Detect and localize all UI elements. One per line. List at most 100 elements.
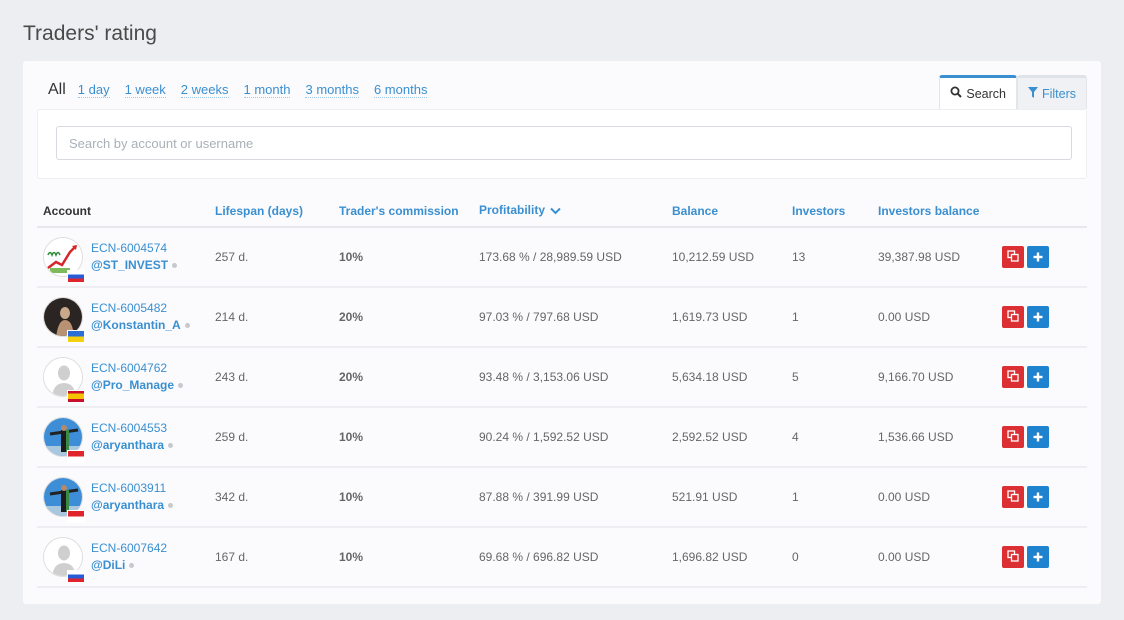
search-icon <box>950 86 963 101</box>
username-link[interactable]: @aryanthara <box>91 498 164 512</box>
account-cell: ECN-6003911 @aryanthara <box>37 467 209 528</box>
search-input[interactable] <box>56 126 1072 160</box>
invest-button[interactable] <box>1027 486 1049 508</box>
status-dot-icon <box>168 503 174 509</box>
country-flag-icon <box>67 450 85 463</box>
search-box <box>37 109 1087 179</box>
plus-icon <box>1033 429 1043 446</box>
status-dot-icon <box>178 383 184 389</box>
tab-filters[interactable]: Filters <box>1016 75 1087 109</box>
username-link[interactable]: @Konstantin_A <box>91 318 181 332</box>
invest-button[interactable] <box>1027 306 1049 328</box>
country-flag-icon <box>67 570 85 583</box>
table-row: ECN-6007642 @DiLi 167 d. 10% 69.68 % / 6… <box>37 527 1087 588</box>
account-number-link[interactable]: ECN-6005482 <box>91 300 190 317</box>
copy-trades-button[interactable] <box>1002 486 1024 508</box>
profitability-cell: 69.68 % / 696.82 USD <box>473 527 666 588</box>
username-link[interactable]: @Pro_Manage <box>91 378 174 392</box>
status-dot-icon <box>184 323 190 329</box>
country-flag-icon <box>67 270 85 283</box>
column-account[interactable]: Account <box>37 195 209 228</box>
period-2-weeks[interactable]: 2 weeks <box>180 82 229 98</box>
copy-icon <box>1007 489 1019 505</box>
column-commission[interactable]: Trader's commission <box>333 195 473 228</box>
copy-icon <box>1007 309 1019 325</box>
copy-trades-button[interactable] <box>1002 546 1024 568</box>
copy-icon <box>1007 249 1019 265</box>
invest-button[interactable] <box>1027 426 1049 448</box>
investors-cell: 0 <box>786 527 872 588</box>
account-number-link[interactable]: ECN-6004762 <box>91 360 183 377</box>
period-3-months[interactable]: 3 months <box>305 82 359 98</box>
actions-cell <box>996 227 1087 288</box>
account-cell: ECN-6004553 @aryanthara <box>37 407 209 468</box>
period-all[interactable]: All <box>48 81 66 99</box>
period-6-months[interactable]: 6 months <box>373 82 428 98</box>
column-investors[interactable]: Investors <box>786 195 872 228</box>
copy-icon <box>1007 369 1019 385</box>
status-dot-icon <box>129 563 135 569</box>
balance-cell: 521.91 USD <box>666 467 786 528</box>
copy-trades-button[interactable] <box>1002 306 1024 328</box>
filter-icon <box>1027 86 1038 101</box>
tab-search-label: Search <box>966 86 1006 101</box>
investors-cell: 1 <box>786 287 872 348</box>
table-row: ECN-6004553 @aryanthara 259 d. 10% 90.24… <box>37 407 1087 468</box>
commission-cell: 10% <box>333 407 473 468</box>
username-link[interactable]: @DiLi <box>91 558 125 572</box>
investors-balance-cell: 0.00 USD <box>872 527 996 588</box>
actions-cell <box>996 287 1087 348</box>
investors-cell: 1 <box>786 467 872 528</box>
country-flag-icon <box>67 330 85 343</box>
status-dot-icon <box>172 263 178 269</box>
copy-trades-button[interactable] <box>1002 366 1024 388</box>
status-dot-icon <box>168 443 174 449</box>
account-number-link[interactable]: ECN-6007642 <box>91 540 167 557</box>
copy-icon <box>1007 429 1019 445</box>
account-cell: ECN-6005482 @Konstantin_A <box>37 287 209 348</box>
commission-cell: 20% <box>333 287 473 348</box>
investors-cell: 13 <box>786 227 872 288</box>
account-number-link[interactable]: ECN-6004574 <box>91 240 177 257</box>
lifespan-cell: 257 d. <box>209 227 333 288</box>
profitability-cell: 93.48 % / 3,153.06 USD <box>473 347 666 408</box>
tab-search[interactable]: Search <box>939 75 1017 109</box>
column-profitability[interactable]: Profitability <box>473 195 666 228</box>
account-number-link[interactable]: ECN-6004553 <box>91 420 173 437</box>
actions-cell <box>996 467 1087 528</box>
column-balance[interactable]: Balance <box>666 195 786 228</box>
balance-cell: 10,212.59 USD <box>666 227 786 288</box>
account-number-link[interactable]: ECN-6003911 <box>91 480 173 497</box>
period-1-month[interactable]: 1 month <box>243 82 291 98</box>
column-lifespan[interactable]: Lifespan (days) <box>209 195 333 228</box>
profitability-cell: 87.88 % / 391.99 USD <box>473 467 666 528</box>
plus-icon <box>1033 309 1043 326</box>
actions-cell <box>996 347 1087 408</box>
table-header-row: Account Lifespan (days) Trader's commiss… <box>37 195 1087 228</box>
username-link[interactable]: @aryanthara <box>91 438 164 452</box>
actions-cell <box>996 527 1087 588</box>
plus-icon <box>1033 369 1043 386</box>
investors-balance-cell: 0.00 USD <box>872 287 996 348</box>
plus-icon <box>1033 549 1043 566</box>
period-1-day[interactable]: 1 day <box>77 82 110 98</box>
commission-cell: 10% <box>333 467 473 528</box>
table-row: ECN-6004574 @ST_INVEST 257 d. 10% 173.68… <box>37 227 1087 288</box>
lifespan-cell: 342 d. <box>209 467 333 528</box>
profitability-cell: 173.68 % / 28,989.59 USD <box>473 227 666 288</box>
copy-trades-button[interactable] <box>1002 426 1024 448</box>
column-actions <box>996 195 1087 228</box>
period-filter: All 1 day 1 week 2 weeks 1 month 3 month… <box>48 81 442 99</box>
balance-cell: 5,634.18 USD <box>666 347 786 408</box>
invest-button[interactable] <box>1027 546 1049 568</box>
period-1-week[interactable]: 1 week <box>124 82 166 98</box>
account-cell: ECN-6007642 @DiLi <box>37 527 209 588</box>
column-investors-balance[interactable]: Investors balance <box>872 195 996 228</box>
invest-button[interactable] <box>1027 246 1049 268</box>
invest-button[interactable] <box>1027 366 1049 388</box>
rating-panel: All 1 day 1 week 2 weeks 1 month 3 month… <box>23 61 1101 604</box>
username-link[interactable]: @ST_INVEST <box>91 258 168 272</box>
copy-trades-button[interactable] <box>1002 246 1024 268</box>
lifespan-cell: 259 d. <box>209 407 333 468</box>
lifespan-cell: 214 d. <box>209 287 333 348</box>
